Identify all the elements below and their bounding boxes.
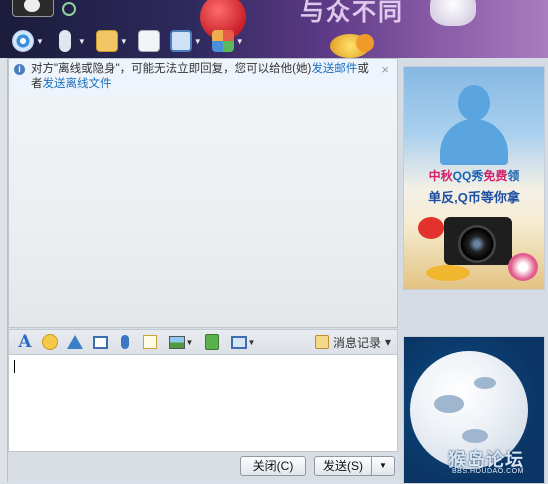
chevron-down-icon[interactable]: ▾ xyxy=(385,335,391,349)
send-mail-link[interactable]: 发送邮件 xyxy=(311,63,357,75)
moon-crater xyxy=(474,377,496,389)
apps-grid-icon xyxy=(211,30,234,52)
ad-text-qqshow: QQ秀 xyxy=(452,169,484,183)
input-toolbar: A ▼ ▼ 消息记录 ▾ xyxy=(8,329,398,355)
microphone-icon xyxy=(58,30,71,52)
message-history-area[interactable]: i 对方"离线或隐身"，可能无法立即回复，您可以给他(她)发送邮件或者发送离线文… xyxy=(8,58,398,328)
chat-toolbar: ▼ ▼ ▼ ▼ ▼ xyxy=(10,28,246,54)
notice-text: 对方"离线或隐身"，可能无法立即回复，您可以给他(她) xyxy=(31,63,312,75)
screenshot-button[interactable] xyxy=(91,333,109,351)
video-call-button[interactable]: ▼ xyxy=(10,28,46,54)
chevron-down-icon[interactable]: ▼ xyxy=(236,37,244,46)
chevron-down-icon[interactable]: ▼ xyxy=(186,338,194,347)
microphone-icon xyxy=(121,335,129,349)
ad-text-free: 免费 xyxy=(483,169,508,183)
screen-share-button[interactable]: ▼ xyxy=(228,333,258,351)
coins-icon xyxy=(426,265,470,281)
promo-ad[interactable]: 中秋QQ秀免费领 单反,Q币等你拿 xyxy=(403,66,545,290)
music-button[interactable] xyxy=(203,333,221,351)
chevron-down-icon[interactable]: ▼ xyxy=(248,338,256,347)
moon-crater xyxy=(462,429,488,443)
close-icon[interactable]: × xyxy=(381,62,389,77)
right-sidebar: 中秋QQ秀免费领 单反,Q币等你拿 xyxy=(398,58,548,484)
send-image-button[interactable]: ▼ xyxy=(166,333,196,351)
chat-plus-icon xyxy=(137,30,160,52)
message-input[interactable] xyxy=(8,355,398,452)
top-banner: 与众不同 ▼ ▼ ▼ ▼ ▼ xyxy=(0,0,548,58)
send-file-button[interactable]: ▼ xyxy=(94,28,130,54)
close-button[interactable]: 关闭(C) xyxy=(240,456,306,476)
banner-decoration-rabbit xyxy=(430,0,476,26)
ad-text-get: 领 xyxy=(507,169,520,183)
history-icon xyxy=(314,335,329,349)
banner-slogan: 与众不同 xyxy=(300,0,404,26)
font-button[interactable]: A xyxy=(16,332,34,352)
send-button[interactable]: 发送(S) xyxy=(314,456,372,476)
shake-icon xyxy=(67,335,83,349)
chevron-down-icon[interactable]: ▼ xyxy=(120,37,128,46)
info-icon: i xyxy=(14,64,25,75)
avatar-silhouette-icon xyxy=(458,85,490,121)
screenshot-icon xyxy=(92,335,108,349)
create-discussion-button[interactable] xyxy=(136,28,162,54)
lantern-icon xyxy=(418,217,444,239)
left-edge-strip xyxy=(0,58,8,482)
monitor-icon xyxy=(230,335,247,349)
folder-arrow-icon xyxy=(95,30,118,52)
shake-button[interactable] xyxy=(66,333,84,351)
music-icon xyxy=(205,334,219,350)
voice-message-button[interactable] xyxy=(116,333,134,351)
ad-subline: 单反,Q币等你拿 xyxy=(428,190,520,205)
refresh-icon[interactable] xyxy=(62,2,76,16)
offline-notice: i 对方"离线或隐身"，可能无法立即回复，您可以给他(她)发送邮件或者发送离线文… xyxy=(9,59,397,95)
remote-assist-button[interactable]: ▼ xyxy=(168,28,204,54)
chevron-down-icon[interactable]: ▼ xyxy=(194,37,202,46)
message-history-button[interactable]: 消息记录 ▾ xyxy=(314,334,391,351)
image-icon xyxy=(168,335,185,349)
watermark-url: BBS.HOUDAO.COM xyxy=(452,468,524,475)
smiley-icon xyxy=(42,334,58,350)
chevron-down-icon[interactable]: ▼ xyxy=(36,37,44,46)
font-icon: A xyxy=(18,332,32,352)
apps-button[interactable]: ▼ xyxy=(210,28,246,54)
text-caret xyxy=(14,360,15,373)
qq-logo xyxy=(12,0,54,17)
graffiti-button[interactable] xyxy=(141,333,159,351)
send-offline-file-link[interactable]: 发送离线文件 xyxy=(43,78,112,90)
ad-text-midautumn: 中秋 xyxy=(428,169,453,183)
banner-lantern-icon xyxy=(356,34,374,52)
send-options-button[interactable]: ▼ xyxy=(371,456,395,476)
moon-crater xyxy=(434,395,464,413)
flower-icon xyxy=(508,253,538,281)
video-camera-icon xyxy=(12,30,34,52)
voice-call-button[interactable]: ▼ xyxy=(52,28,88,54)
history-label: 消息记录 xyxy=(332,335,381,350)
penguin-icon xyxy=(24,0,40,12)
camera-lens xyxy=(458,225,496,263)
ad-headline: 中秋QQ秀免费领 xyxy=(404,167,544,184)
pencil-note-icon xyxy=(143,335,157,349)
avatar-silhouette-body xyxy=(440,119,508,165)
chevron-down-icon[interactable]: ▼ xyxy=(78,37,86,46)
bottom-bar: 关闭(C) 发送(S) ▼ xyxy=(8,452,398,482)
emoji-button[interactable] xyxy=(41,333,59,351)
monitor-arrow-icon xyxy=(169,30,192,52)
